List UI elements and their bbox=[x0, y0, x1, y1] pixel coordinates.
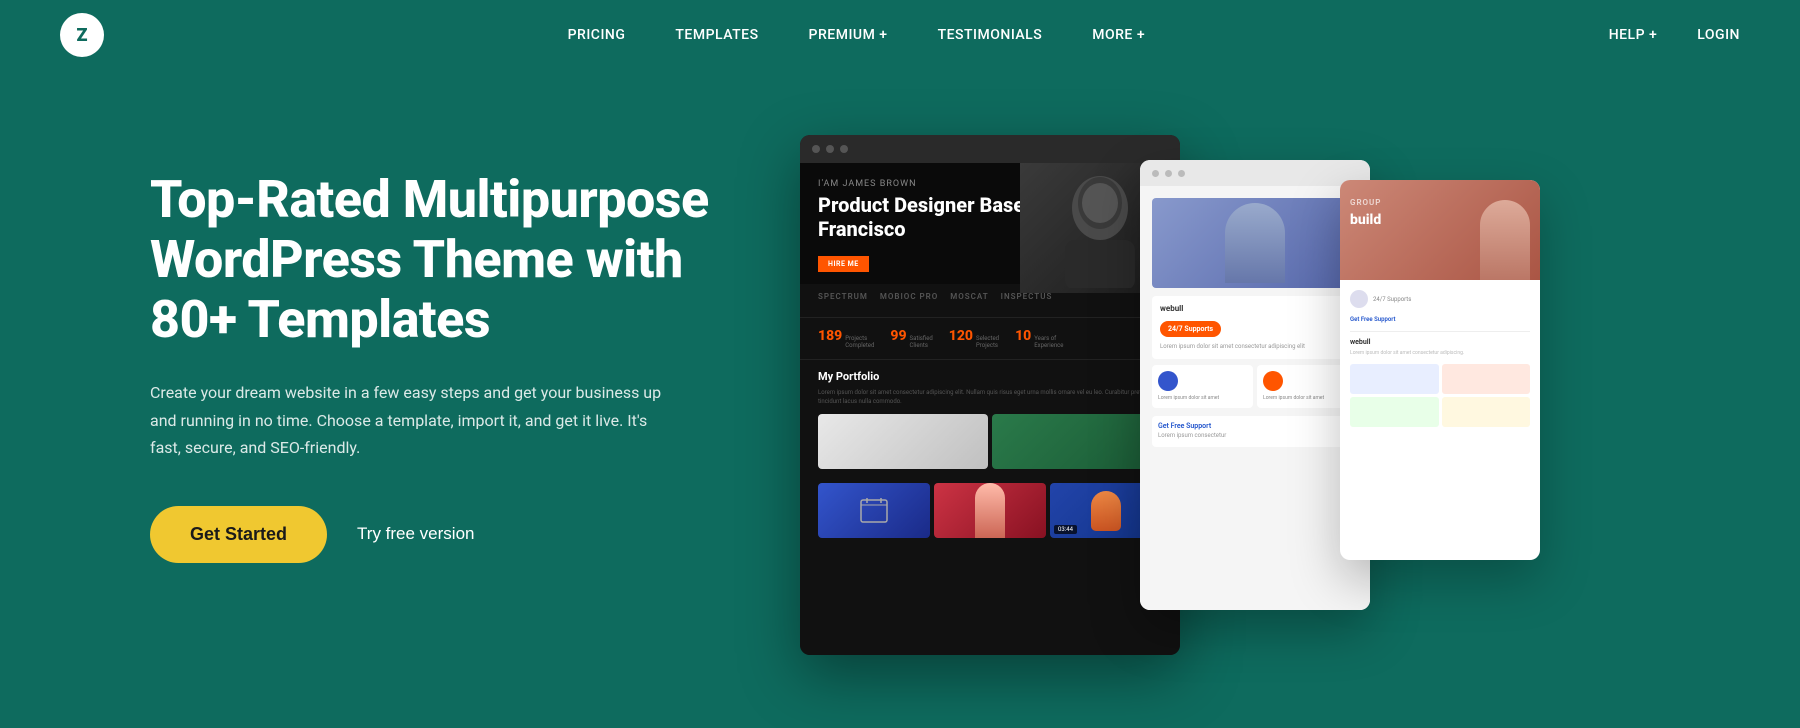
nav-templates[interactable]: TEMPLATES bbox=[675, 27, 758, 43]
sec-support-desc: Lorem ipsum consectetur bbox=[1158, 432, 1352, 440]
hero-title: Top-Rated Multipurpose WordPress Theme w… bbox=[150, 170, 750, 349]
secondary-browser-bar bbox=[1140, 160, 1370, 186]
sec-description: Lorem ipsum dolor sit amet consectetur a… bbox=[1160, 343, 1350, 351]
video-badge: 03:44 bbox=[1054, 525, 1077, 534]
browser-content: I'am James Brown Product Designer Based … bbox=[800, 163, 1180, 655]
secondary-cards: Lorem ipsum dolor sit amet Lorem ipsum d… bbox=[1152, 365, 1358, 408]
calendar-icon bbox=[859, 496, 889, 526]
stats-row: 189 ProjectsCompleted 99 SatisfiedClient… bbox=[800, 317, 1180, 360]
sec-dot-2 bbox=[1165, 170, 1172, 177]
hero-subtitle: Create your dream website in a few easy … bbox=[150, 379, 670, 461]
sec-support-badge: 24/7 Supports bbox=[1160, 321, 1221, 337]
portfolio-section-heading: My Portfolio bbox=[818, 370, 1162, 383]
sec-heading: webull bbox=[1160, 304, 1350, 313]
nav-right: HELP + LOGIN bbox=[1609, 27, 1740, 43]
try-free-button[interactable]: Try free version bbox=[357, 524, 474, 544]
nav-premium[interactable]: PREMIUM + bbox=[809, 27, 888, 43]
tertiary-divider bbox=[1350, 331, 1530, 332]
sec-card-text-1: Lorem ipsum dolor sit amet bbox=[1158, 395, 1247, 402]
hero-section: Top-Rated Multipurpose WordPress Theme w… bbox=[0, 70, 1800, 728]
hero-images: I'am James Brown Product Designer Based … bbox=[750, 130, 1720, 728]
portfolio-grid bbox=[818, 414, 1162, 469]
tertiary-support-row: 24/7 Supports bbox=[1350, 290, 1530, 308]
browser-dot-red bbox=[812, 145, 820, 153]
sec-dot-3 bbox=[1178, 170, 1185, 177]
portfolio-section: My Portfolio Lorem ipsum dolor sit amet … bbox=[800, 360, 1180, 479]
stat-label-1: ProjectsCompleted bbox=[845, 335, 874, 349]
logo-letter: Z bbox=[77, 25, 88, 46]
stat-num-4: 10 bbox=[1015, 328, 1031, 344]
thumb-2 bbox=[934, 483, 1046, 538]
browser-bar bbox=[800, 135, 1180, 163]
stat-num-2: 99 bbox=[890, 328, 906, 344]
sec-free-support-text: Get Free Support bbox=[1158, 422, 1352, 432]
tertiary-section-heading: webull bbox=[1350, 338, 1530, 346]
secondary-white-section: webull 24/7 Supports Lorem ipsum dolor s… bbox=[1152, 296, 1358, 359]
tertiary-person bbox=[1480, 200, 1530, 280]
secondary-browser-mockup: webull 24/7 Supports Lorem ipsum dolor s… bbox=[1140, 160, 1370, 610]
nav-login[interactable]: LOGIN bbox=[1697, 27, 1740, 43]
stat-4: 10 Years ofExperience bbox=[1015, 328, 1063, 349]
tertiary-tag: Group bbox=[1350, 198, 1381, 207]
nav-pricing[interactable]: PRICING bbox=[568, 27, 626, 43]
tertiary-grid bbox=[1350, 364, 1530, 427]
portfolio-cell-2 bbox=[992, 414, 1162, 469]
nav-center: PRICING TEMPLATES PREMIUM + TESTIMONIALS… bbox=[568, 27, 1146, 43]
sec-free-support-section: Get Free Support Lorem ipsum consectetur bbox=[1152, 416, 1358, 446]
stat-1: 189 ProjectsCompleted bbox=[818, 328, 874, 349]
stat-num-1: 189 bbox=[818, 328, 842, 344]
tertiary-free-text: Get Free Support bbox=[1350, 316, 1530, 323]
tertiary-hero: Group build bbox=[1340, 180, 1540, 280]
hero-text-block: Top-Rated Multipurpose WordPress Theme w… bbox=[150, 130, 750, 563]
tertiary-support-label: 24/7 Supports bbox=[1373, 296, 1411, 303]
tertiary-section-text: Lorem ipsum dolor sit amet consectetur a… bbox=[1350, 350, 1530, 358]
tc-cell-2 bbox=[1442, 364, 1531, 394]
secondary-hero-img bbox=[1152, 198, 1358, 288]
sec-card-text-2: Lorem ipsum dolor sit amet bbox=[1263, 395, 1352, 402]
thumb-1 bbox=[818, 483, 930, 538]
stat-label-2: SatisfiedClients bbox=[910, 335, 933, 349]
brand-2: mOBIOC PRO bbox=[880, 292, 938, 301]
sec-card-1: Lorem ipsum dolor sit amet bbox=[1152, 365, 1253, 408]
tertiary-avatar bbox=[1350, 290, 1368, 308]
nav-more[interactable]: MORE + bbox=[1092, 27, 1145, 43]
browser-dot-yellow bbox=[826, 145, 834, 153]
portfolio-cta-btn: HIRE ME bbox=[818, 256, 869, 272]
nav-help[interactable]: HELP + bbox=[1609, 27, 1658, 43]
brand-3: MOSCAT bbox=[950, 292, 988, 301]
stat-2: 99 SatisfiedClients bbox=[890, 328, 932, 349]
tc-cell-4 bbox=[1442, 397, 1531, 427]
portfolio-cell-1 bbox=[818, 414, 988, 469]
brand-4: Inspectus bbox=[1001, 292, 1053, 301]
tertiary-content: 24/7 Supports Get Free Support webull Lo… bbox=[1340, 280, 1540, 437]
tertiary-browser-mockup: Group build 24/7 Supports Get Free Suppo… bbox=[1340, 180, 1540, 560]
main-browser-mockup: I'am James Brown Product Designer Based … bbox=[800, 135, 1180, 655]
man-svg bbox=[1050, 168, 1150, 288]
sec-card-dot-1 bbox=[1158, 371, 1178, 391]
get-started-button[interactable]: Get Started bbox=[150, 506, 327, 563]
navbar: Z PRICING TEMPLATES PREMIUM + TESTIMONIA… bbox=[0, 0, 1800, 70]
stat-label-3: SelectedProjects bbox=[976, 335, 999, 349]
brand-logo[interactable]: Z bbox=[60, 13, 104, 57]
sec-card-dot-2 bbox=[1263, 371, 1283, 391]
sec-person-silhouette bbox=[1225, 203, 1285, 283]
stat-num-3: 120 bbox=[949, 328, 973, 344]
browser-dot-green bbox=[840, 145, 848, 153]
tc-cell-1 bbox=[1350, 364, 1439, 394]
thumb-row: 03:44 bbox=[800, 479, 1180, 546]
portfolio-section-text: Lorem ipsum dolor sit amet consectetur a… bbox=[818, 388, 1162, 406]
tc-cell-3 bbox=[1350, 397, 1439, 427]
secondary-browser-content: webull 24/7 Supports Lorem ipsum dolor s… bbox=[1140, 186, 1370, 610]
sec-dot-1 bbox=[1152, 170, 1159, 177]
nav-testimonials[interactable]: TESTIMONIALS bbox=[938, 27, 1043, 43]
hero-buttons: Get Started Try free version bbox=[150, 506, 750, 563]
stat-label-4: Years ofExperience bbox=[1034, 335, 1063, 349]
stat-3: 120 SelectedProjects bbox=[949, 328, 999, 349]
brand-1: SPECTRUM bbox=[818, 292, 868, 301]
